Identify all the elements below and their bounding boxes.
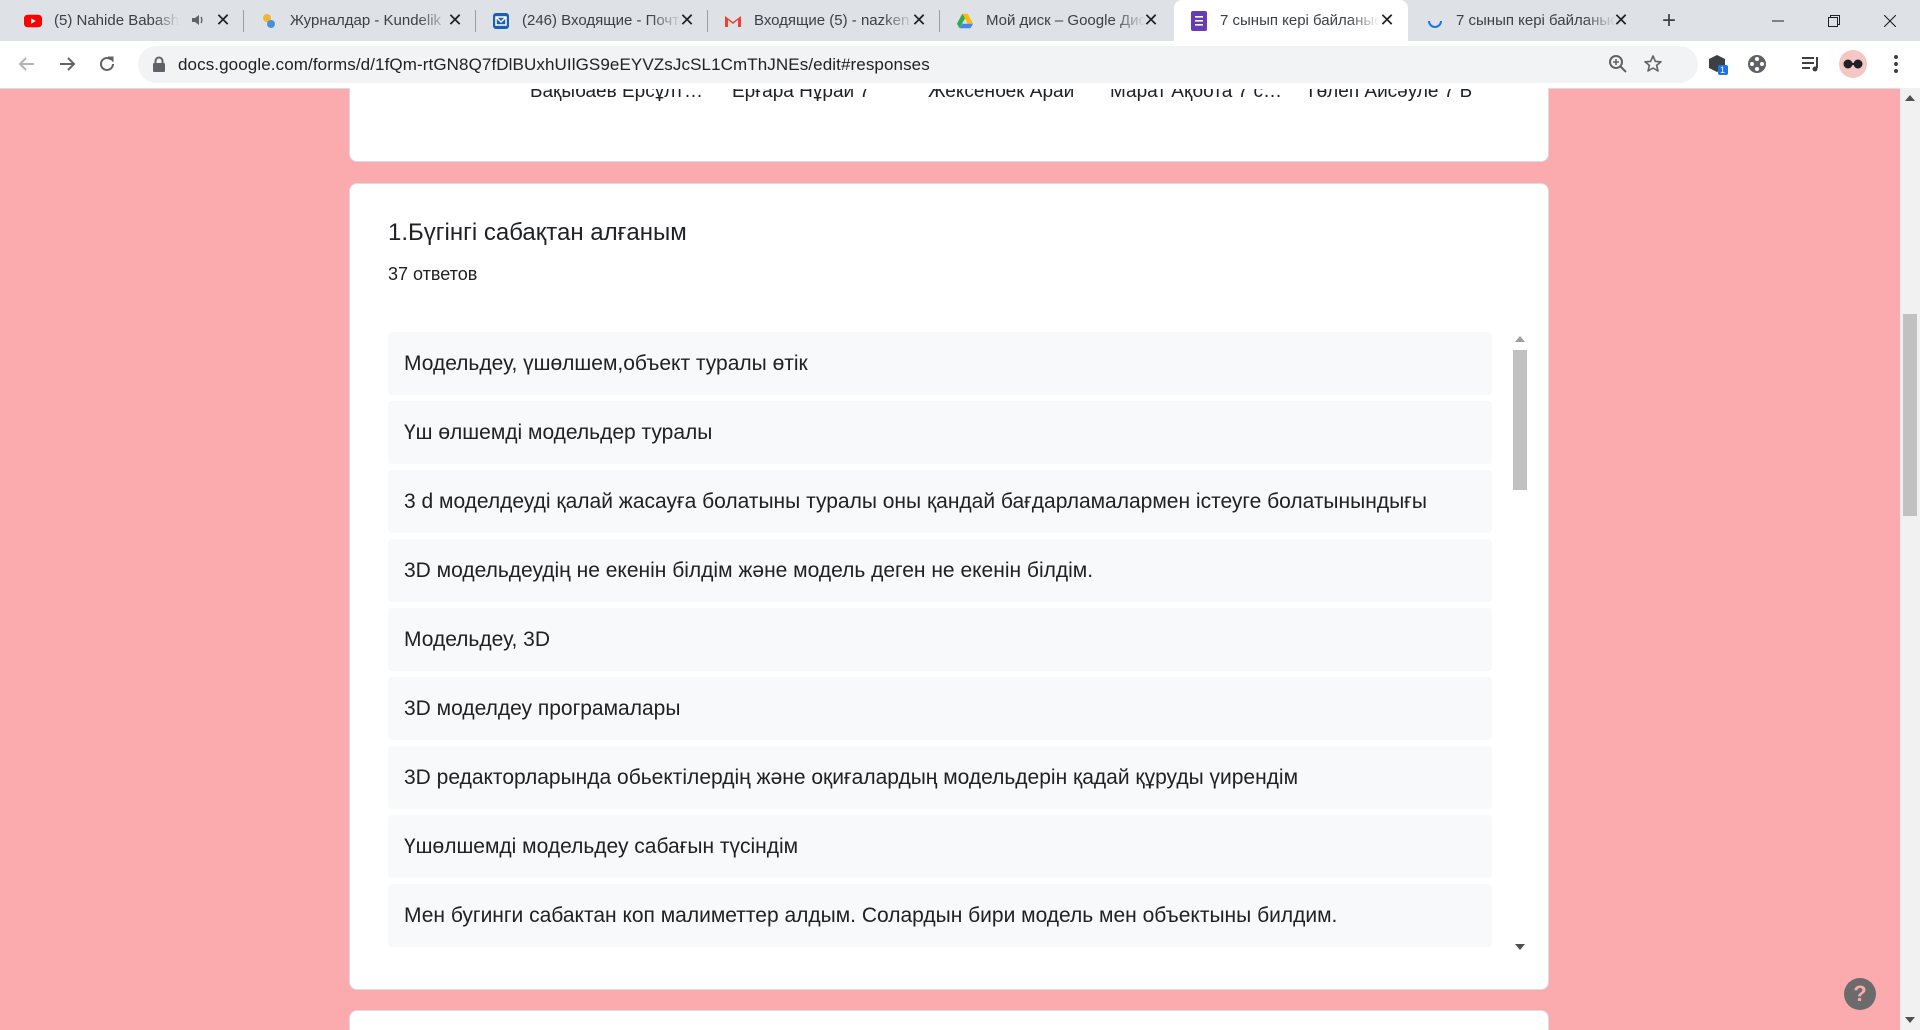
bookmark-star-icon[interactable] — [1643, 54, 1663, 79]
menu-kebab-icon[interactable] — [1885, 53, 1907, 75]
extension-icon[interactable]: 1 — [1706, 53, 1728, 75]
page-scrollbar[interactable] — [1900, 88, 1920, 1030]
mail-icon — [492, 12, 510, 30]
names-row: Бақыбаев Ерсұлт… Ерғара Нұрай 7 Жексенбе… — [350, 89, 1548, 119]
zoom-icon[interactable] — [1608, 54, 1628, 79]
response-count: 37 ответов — [388, 264, 478, 284]
browser-tab[interactable]: Журналдар - Kundelik ✕ — [244, 0, 476, 41]
next-question-card — [349, 1010, 1549, 1030]
speaker-icon[interactable] — [190, 12, 206, 32]
name-label: Ерғара Нұрай 7 — [732, 89, 870, 102]
tab-close-icon[interactable]: ✕ — [1612, 11, 1630, 29]
scroll-down-arrow-icon[interactable] — [1515, 944, 1525, 950]
browser-tab[interactable]: 7 сынып кері байланыс ✕ — [1410, 0, 1642, 41]
reload-button[interactable] — [92, 49, 122, 79]
avatar[interactable] — [1839, 50, 1867, 78]
close-window-button[interactable] — [1862, 0, 1918, 41]
list-item: Үш өлшемді модельдер туралы — [388, 401, 1492, 464]
extension-badge: 1 — [1720, 65, 1726, 75]
browser-tab[interactable]: (5) Nahide Babashli ✕ — [0, 0, 244, 41]
help-button[interactable]: ? — [1844, 978, 1876, 1010]
response-list[interactable]: Модельдеу, үшөлшем,объект туралы өтік Үш… — [388, 332, 1492, 956]
previous-question-card: Бақыбаев Ерсұлт… Ерғара Нұрай 7 Жексенбе… — [349, 88, 1549, 162]
name-label: Бақыбаев Ерсұлт… — [530, 89, 703, 102]
browser-tab[interactable]: (246) Входящие - Почта ✕ — [476, 0, 708, 41]
media-queue-icon[interactable] — [1800, 53, 1822, 75]
tab-close-icon[interactable]: ✕ — [678, 11, 696, 29]
tab-title: 7 сынып кері байланыс — [1456, 12, 1616, 29]
gmail-icon — [724, 12, 742, 30]
address-bar[interactable]: docs.google.com/forms/d/1fQm-rtGN8Q7fDlB… — [138, 46, 1698, 83]
back-button[interactable] — [12, 49, 42, 79]
lock-icon[interactable] — [152, 56, 166, 77]
forward-button[interactable] — [52, 49, 82, 79]
kundelik-icon — [260, 12, 278, 30]
name-label: Жексенбек Арай — [928, 89, 1075, 102]
tab-title: (5) Nahide Babashli — [54, 12, 179, 29]
tab-title: (246) Входящие - Почта — [522, 12, 682, 29]
list-item: 3 d моделдеуді қалай жасауға болатыны ту… — [388, 470, 1492, 533]
question-card: 1.Бүгінгі сабақтан алғаным 37 ответов Мо… — [349, 183, 1549, 990]
restore-button[interactable] — [1806, 0, 1862, 41]
browser-tab[interactable]: Входящие (5) - nazken ✕ — [708, 0, 940, 41]
list-item: Модельдеу, 3D — [388, 608, 1492, 671]
tab-title: 7 сынып кері байланыс — [1220, 12, 1380, 29]
question-title: 1.Бүгінгі сабақтан алғаным — [388, 219, 687, 246]
loading-icon — [1426, 12, 1444, 30]
tab-close-icon[interactable]: ✕ — [214, 11, 232, 29]
tab-close-icon[interactable]: ✕ — [1142, 11, 1160, 29]
tab-title: Мой диск – Google Диск — [986, 12, 1146, 29]
list-item: Үшөлшемді модельдеу сабағын түсіндім — [388, 815, 1492, 878]
film-reel-icon[interactable] — [1746, 53, 1768, 75]
list-item: 3D модельдеудің не екенін білдім және мо… — [388, 539, 1492, 602]
name-label: Марат Ақбота 7 с… — [1110, 89, 1283, 102]
minimize-button[interactable] — [1750, 0, 1806, 41]
list-item: Мен бугинги сабактан коп малиметтер алды… — [388, 884, 1492, 947]
tab-title: Журналдар - Kundelik — [290, 12, 442, 29]
tab-close-icon[interactable]: ✕ — [910, 11, 928, 29]
scroll-up-arrow-icon[interactable] — [1515, 336, 1525, 342]
scroll-down-arrow-icon[interactable] — [1905, 1017, 1915, 1023]
scroll-thumb[interactable] — [1513, 350, 1527, 490]
forms-icon — [1190, 10, 1208, 31]
tab-close-icon[interactable]: ✕ — [446, 11, 464, 29]
browser-toolbar: docs.google.com/forms/d/1fQm-rtGN8Q7fDlB… — [0, 41, 1920, 89]
list-item: Модельдеу, үшөлшем,объект туралы өтік — [388, 332, 1492, 395]
list-item: 3D моделдеу програмалары — [388, 677, 1492, 740]
drive-icon — [956, 12, 974, 30]
response-list-scrollbar[interactable] — [1512, 332, 1528, 956]
new-tab-button[interactable]: + — [1655, 7, 1683, 35]
tab-strip: (5) Nahide Babashli ✕ Журналдар - Kundel… — [0, 0, 1920, 41]
tab-close-icon[interactable]: ✕ — [1378, 11, 1396, 29]
list-item: 3D редакторларында обьектілердің және оқ… — [388, 746, 1492, 809]
browser-tab[interactable]: Мой диск – Google Диск ✕ — [940, 0, 1172, 41]
youtube-icon — [24, 12, 42, 30]
page-content: Бақыбаев Ерсұлт… Ерғара Нұрай 7 Жексенбе… — [0, 88, 1900, 1030]
tab-title: Входящие (5) - nazken — [754, 12, 910, 29]
name-label: Төлеп Айсәуле 7 Б — [1305, 89, 1473, 102]
scroll-up-arrow-icon[interactable] — [1905, 95, 1915, 101]
url-text: docs.google.com/forms/d/1fQm-rtGN8Q7fDlB… — [178, 55, 930, 74]
browser-tab-active[interactable]: 7 сынып кері байланыс ✕ — [1174, 0, 1408, 41]
page-scroll-thumb[interactable] — [1903, 314, 1917, 516]
